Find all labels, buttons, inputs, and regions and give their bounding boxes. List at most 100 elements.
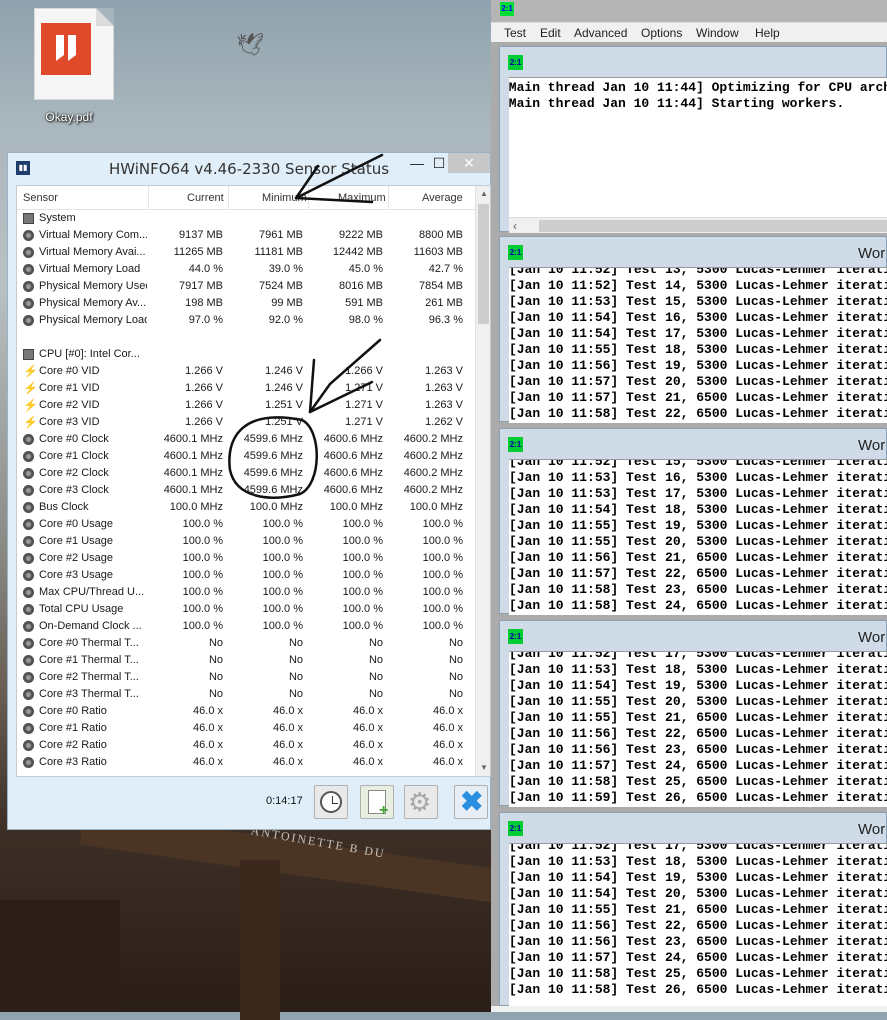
close-sensors-button[interactable]: ✖ (454, 785, 488, 819)
sensor-row[interactable]: Core #2 Usage 100.0 % 100.0 % 100.0 % 100.0 … (17, 550, 475, 567)
column-header-sensor[interactable]: Sensor (23, 192, 58, 204)
menu-edit[interactable]: Edit (540, 26, 561, 40)
value-current: No (208, 654, 223, 666)
worker-titlebar[interactable]: 2:1 Wor (500, 621, 887, 651)
sensor-row[interactable]: On-Demand Clock ... 100.0 % 100.0 % 100.0 %… (17, 618, 475, 635)
sensor-row[interactable]: Core #2 Ratio 46.0 x 46.0 x 46.0 x 46.0 x (17, 737, 475, 754)
settings-button[interactable]: ⚙ (404, 785, 438, 819)
worker-title: Wor (858, 245, 886, 262)
sensor-row[interactable]: Virtual Memory Avai... 11265 MB 11181 MB 12… (17, 244, 475, 261)
sensor-row[interactable]: Core #3 Thermal T... No No No No (17, 686, 475, 703)
column-divider[interactable] (148, 186, 149, 210)
gauge-icon (23, 485, 34, 496)
sensor-row[interactable]: Core #2 Clock 4600.1 MHz 4599.6 MHz 4600.6 … (17, 465, 475, 482)
sensor-row[interactable]: ⚡ Core #0 VID 1.266 V 1.246 V 1.266 V 1.263 V (17, 363, 475, 380)
sensor-row[interactable]: Core #1 Clock 4600.1 MHz 4599.6 MHz 4600.6 … (17, 448, 475, 465)
scroll-down-arrow-icon[interactable]: ▼ (476, 760, 490, 776)
hwinfo-titlebar[interactable]: ▮▮ HWiNFO64 v4.46-2330 Sensor Status — ☐… (8, 153, 490, 183)
sensor-row[interactable]: Core #0 Usage 100.0 % 100.0 % 100.0 % 100.0 … (17, 516, 475, 533)
sensor-row[interactable]: CPU [#0]: Intel Cor... (17, 346, 475, 363)
vertical-scrollbar[interactable]: ▲ ▼ (475, 186, 490, 776)
sensor-row[interactable]: Virtual Memory Com... 9137 MB 7961 MB 9222 … (17, 227, 475, 244)
worker-log[interactable]: [Jan 10 11:52] Test 17, 5300 Lucas-Lehme… (509, 651, 887, 807)
sensor-row[interactable]: Core #2 Thermal T... No No No No (17, 669, 475, 686)
worker-window[interactable]: 2:1 Wor [Jan 10 11:52] Test 17, 5300 Lucas… (499, 812, 887, 1007)
value-current: 7917 MB (178, 280, 223, 292)
value-minimum: 46.0 x (273, 756, 303, 768)
worker-window[interactable]: 2:1 Wor [Jan 10 11:52] Test 17, 5300 Lucas… (499, 620, 887, 807)
scroll-up-arrow-icon[interactable]: ▲ (476, 186, 490, 202)
value-minimum: 100.0 % (262, 603, 303, 615)
chip-icon (23, 213, 34, 224)
gauge-icon (23, 570, 34, 581)
menu-options[interactable]: Options (641, 26, 682, 40)
column-header-minimum[interactable]: Minimum (262, 192, 307, 204)
sensor-row[interactable]: Bus Clock 100.0 MHz 100.0 MHz 100.0 MHz 100.… (17, 499, 475, 516)
column-divider[interactable] (388, 186, 389, 210)
worker-log[interactable]: [Jan 10 11:52] Test 15, 5300 Lucas-Lehme… (509, 459, 887, 615)
sensor-row[interactable]: Physical Memory Av... 198 MB 99 MB 591 MB 26… (17, 295, 475, 312)
scroll-thumb[interactable] (539, 220, 887, 232)
sensor-row[interactable]: Total CPU Usage 100.0 % 100.0 % 100.0 % 100.… (17, 601, 475, 618)
worker-titlebar[interactable]: 2:1 Wor (500, 429, 887, 459)
value-current: 100.0 % (182, 535, 223, 547)
prime95-window-icon: 2:1 (508, 437, 523, 452)
sensor-row[interactable]: Virtual Memory Load 44.0 % 39.0 % 45.0 % 42.… (17, 261, 475, 278)
value-average: 46.0 x (433, 705, 463, 717)
menu-help[interactable]: Help (755, 26, 780, 40)
sensor-row[interactable]: Core #0 Ratio 46.0 x 46.0 x 46.0 x 46.0 x (17, 703, 475, 720)
sensor-row[interactable]: Core #1 Usage 100.0 % 100.0 % 100.0 % 100.0 … (17, 533, 475, 550)
value-maximum: No (368, 671, 383, 683)
close-button[interactable]: ✕ (448, 153, 490, 173)
prime95-app-icon[interactable]: 2:1 (500, 2, 514, 16)
column-divider[interactable] (228, 186, 229, 210)
sensor-row[interactable]: Core #0 Clock 4600.1 MHz 4599.6 MHz 4600.6 … (17, 431, 475, 448)
sensor-row[interactable]: ⚡ Core #1 VID 1.266 V 1.246 V 1.271 V 1.263 V (17, 380, 475, 397)
scroll-thumb[interactable] (478, 204, 489, 324)
value-current: 4600.1 MHz (163, 450, 223, 462)
menu-advanced[interactable]: Advanced (574, 26, 627, 40)
worker-window[interactable]: 2:1 Wor [Jan 10 11:52] Test 13, 5300 Lucas… (499, 236, 887, 423)
menu-window[interactable]: Window (696, 26, 739, 40)
sensor-row[interactable]: Max CPU/Thread U... 100.0 % 100.0 % 100.0 %… (17, 584, 475, 601)
value-average: 100.0 % (422, 552, 463, 564)
sensor-row[interactable]: System (17, 210, 475, 227)
main-thread-titlebar[interactable]: 2:1 (500, 47, 887, 77)
elapsed-timer: 0:14:17 (266, 795, 303, 807)
column-header-average[interactable]: Average (422, 192, 463, 204)
column-header-maximum[interactable]: Maximum (338, 192, 386, 204)
sensor-table[interactable]: Sensor Current Minimum Maximum Average S… (16, 185, 491, 777)
sensor-row[interactable]: ⚡ Core #2 VID 1.266 V 1.251 V 1.271 V 1.263 V (17, 397, 475, 414)
log-line: [Jan 10 11:55] Test 18, 5300 Lucas-Lehme… (509, 342, 887, 357)
sensor-row[interactable]: Core #3 Usage 100.0 % 100.0 % 100.0 % 100.0 … (17, 567, 475, 584)
sensor-row[interactable]: Physical Memory Load 97.0 % 92.0 % 98.0 % 96… (17, 312, 475, 329)
worker-log[interactable]: [Jan 10 11:52] Test 17, 5300 Lucas-Lehme… (509, 843, 887, 1007)
main-thread-log[interactable]: [Main thread Jan 10 11:44] Optimizing fo… (509, 77, 887, 233)
column-divider[interactable] (308, 186, 309, 210)
menu-test[interactable]: Test (504, 26, 526, 40)
value-average: 4600.2 MHz (403, 433, 463, 445)
sensor-row[interactable]: Core #1 Thermal T... No No No No (17, 652, 475, 669)
column-header-current[interactable]: Current (187, 192, 224, 204)
worker-titlebar[interactable]: 2:1 Wor (500, 813, 887, 843)
value-average: 1.263 V (425, 365, 463, 377)
sensor-row[interactable]: Core #1 Ratio 46.0 x 46.0 x 46.0 x 46.0 x (17, 720, 475, 737)
scroll-left-arrow-icon[interactable]: ‹ (513, 219, 517, 233)
sensor-row[interactable]: Physical Memory Used 7917 MB 7524 MB 8016 M… (17, 278, 475, 295)
log-line: [Jan 10 11:54] Test 16, 5300 Lucas-Lehme… (509, 310, 887, 325)
sensor-row[interactable]: Core #3 Ratio 46.0 x 46.0 x 46.0 x 46.0 x (17, 754, 475, 771)
sensor-row[interactable]: ⚡ Core #3 VID 1.266 V 1.251 V 1.271 V 1.262 V (17, 414, 475, 431)
sensor-row[interactable]: Core #0 Thermal T... No No No No (17, 635, 475, 652)
logging-button[interactable]: + (360, 785, 394, 819)
worker-log[interactable]: [Jan 10 11:52] Test 13, 5300 Lucas-Lehme… (509, 267, 887, 423)
reset-timer-button[interactable] (314, 785, 348, 819)
worker-window[interactable]: 2:1 Wor [Jan 10 11:52] Test 15, 5300 Lucas… (499, 428, 887, 615)
sensor-row[interactable]: Core #3 Clock 4600.1 MHz 4599.6 MHz 4600.6 … (17, 482, 475, 499)
horizontal-scrollbar[interactable]: ‹ (509, 217, 887, 233)
worker-titlebar[interactable]: 2:1 Wor (500, 237, 887, 267)
value-minimum: 1.246 V (265, 382, 303, 394)
log-line: [Jan 10 11:57] Test 24, 6500 Lucas-Lehme… (509, 758, 887, 773)
desktop-icon-pdf[interactable]: Okay.pdf (10, 4, 120, 128)
main-thread-window[interactable]: 2:1 [Main thread Jan 10 11:44] Optimizin… (499, 46, 887, 233)
sensor-row[interactable] (17, 329, 475, 346)
